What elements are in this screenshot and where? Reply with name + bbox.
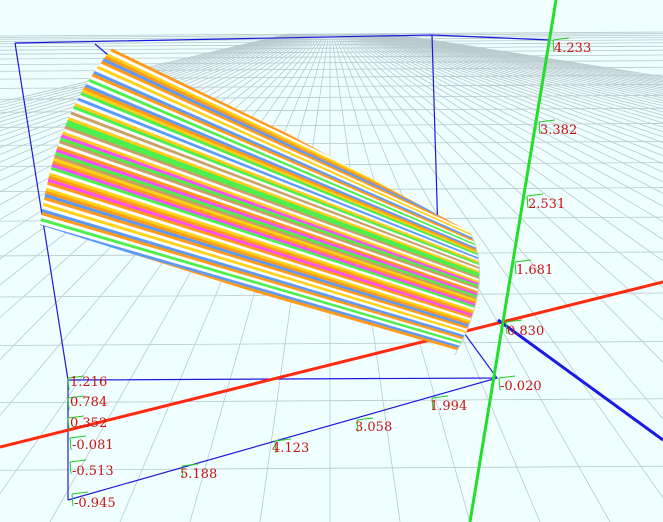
tick-mark	[71, 491, 89, 495]
left-tick-label: -0.081	[72, 438, 114, 453]
left-tick-label: -0.945	[74, 496, 116, 511]
tick-mark	[69, 461, 72, 475]
vertical-tick-label: 1.681	[516, 263, 553, 278]
vertical-tick-label: 3.382	[540, 123, 577, 138]
left-tick-label: 0.784	[70, 395, 107, 410]
left-tick-label: -0.513	[72, 464, 114, 479]
front-tick-label: 1.994	[430, 399, 467, 414]
striped-cone[interactable]	[20, 42, 508, 355]
vertical-tick-label: -0.020	[500, 379, 542, 394]
vertical-tick-label: 0.830	[507, 324, 544, 339]
tick-mark	[526, 193, 544, 197]
front-tick-label: 3.058	[355, 420, 392, 435]
front-axis-ticks: 1.994 3.058 4.123 5.188	[180, 399, 467, 482]
tick-mark	[514, 259, 532, 263]
grid-line	[0, 341, 663, 346]
bounding-box-front-bottom	[67, 377, 498, 501]
3d-scene[interactable]: 4.233 3.382 2.531 1.681 0.830 -0.020 1.9…	[0, 0, 663, 522]
tick-mark	[69, 437, 72, 451]
vertical-tick-label: 2.531	[528, 197, 565, 212]
left-tick-label: 1.216	[70, 375, 107, 390]
left-axis-ticks: 1.216 0.784 0.352 -0.081 -0.513 -0.945	[70, 375, 116, 511]
vertical-tick-label: 4.233	[554, 41, 591, 56]
tick-mark	[71, 493, 74, 507]
front-tick-label: 4.123	[272, 441, 309, 456]
left-tick-label: 0.352	[70, 416, 107, 431]
front-tick-label: 5.188	[180, 467, 217, 482]
3d-viewport[interactable]: 4.233 3.382 2.531 1.681 0.830 -0.020 1.9…	[0, 0, 663, 522]
tick-mark	[498, 375, 516, 379]
